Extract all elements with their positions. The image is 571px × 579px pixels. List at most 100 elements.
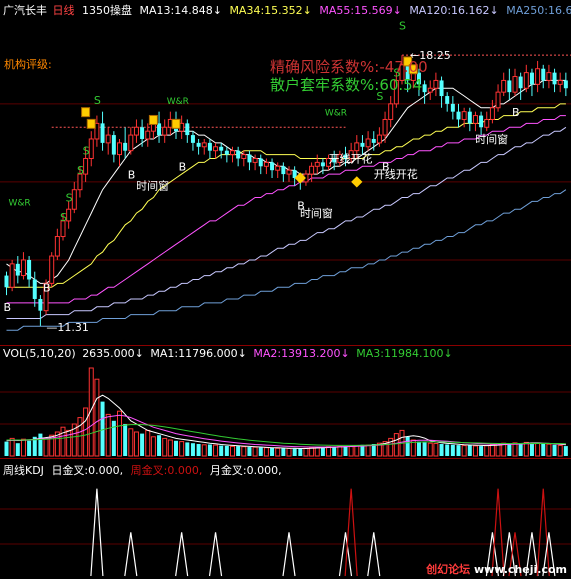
sell-signal: S (94, 94, 101, 107)
volume-header: VOL(5,10,20) 2635.000↓ MA1:11796.000↓ MA… (3, 347, 453, 360)
buy-signal: B (128, 168, 136, 181)
volume-bar (128, 428, 134, 457)
candle-body (241, 154, 247, 159)
candle-body (422, 84, 427, 93)
candle-body (376, 134, 382, 144)
candle-body (320, 162, 325, 167)
volume-bar (445, 444, 450, 456)
volume-chart[interactable] (0, 346, 571, 458)
day-cross-label: 日金叉: (51, 464, 89, 477)
volume-bar (38, 433, 43, 456)
volume-bar (224, 445, 229, 456)
volume-bar (405, 436, 410, 456)
volume-bar (479, 446, 484, 456)
vol-ma3-label: MA3: (356, 347, 384, 360)
vol-ma3-value: 11984.100↓ (384, 347, 453, 360)
volume-bar (393, 433, 399, 457)
candle-body (157, 123, 162, 136)
buy-signal: B (43, 281, 51, 294)
candle-body (489, 107, 495, 120)
vol-label: VOL(5,10,20) (3, 347, 76, 360)
volume-bar (20, 438, 26, 457)
candle-body (123, 142, 128, 151)
volume-bar (230, 445, 235, 457)
volume-bar (320, 447, 325, 456)
volume-bar (518, 443, 523, 456)
candle-body (133, 126, 139, 136)
kdj-spike (282, 532, 296, 577)
volume-bar (563, 446, 568, 456)
volume-bar (439, 444, 444, 456)
wr-signal: W&R (325, 109, 347, 119)
wr-signal: W&R (167, 97, 189, 107)
candle-body (433, 79, 439, 89)
candle-body (484, 118, 490, 128)
volume-bar (422, 442, 427, 456)
candle-body (27, 259, 32, 280)
month-cross-label: 月金叉: (209, 464, 247, 477)
candle-body (117, 142, 122, 156)
kdj-spike (90, 488, 104, 577)
period-label[interactable]: 日线 (53, 4, 75, 17)
candle-body (472, 115, 478, 124)
candle-body (563, 80, 568, 89)
volume-bar (348, 446, 354, 457)
candle-body (501, 79, 507, 93)
ma120-value: 16.162↓ (451, 4, 499, 17)
volume-bar (337, 445, 343, 457)
time-window-label: 时间窗 (475, 132, 508, 146)
vol-ma1-label: MA1: (150, 347, 179, 360)
ma34-value: 15.352↓ (264, 4, 312, 17)
candle-body (495, 91, 501, 109)
week-cross-value: 0.000, (167, 464, 203, 477)
price-panel[interactable]: —11.31 ←18.25 B B B B B B B S S S S S S S S 时间窗 时间窗 时间窗 开线开花… (0, 0, 571, 345)
candle-body (263, 161, 269, 167)
candle-body (71, 189, 77, 210)
volume-bar (467, 445, 472, 456)
volume-bar (201, 444, 207, 457)
price-chart[interactable]: —11.31←18.25BBBBBBBSSSSS SSS时间窗时间窗时间窗开线开花… (0, 0, 571, 345)
watermark-forum: 创幻论坛 (426, 563, 471, 576)
buy-signal: B (4, 301, 12, 314)
day-cross-value: 0.000, (88, 464, 124, 477)
volume-bar (365, 444, 371, 457)
volume-bar (529, 443, 534, 456)
volume-bar (196, 444, 201, 456)
volume-bar (247, 447, 252, 456)
volume-bar (433, 443, 439, 457)
diamond-marker (351, 176, 363, 188)
candle-body (9, 263, 15, 288)
kdj-spike (124, 532, 138, 577)
candle-body (314, 161, 320, 167)
volume-panel[interactable]: VOL(5,10,20) 2635.000↓ MA1:11796.000↓ MA… (0, 346, 571, 458)
volume-bar (484, 445, 490, 457)
volume-bar (557, 444, 563, 457)
volume-bar (117, 410, 122, 457)
candle-body (552, 72, 557, 85)
volume-bar (241, 446, 247, 457)
volume-bar (292, 448, 297, 456)
candle-body (523, 72, 529, 89)
volume-bar (123, 424, 128, 456)
volume-bar (252, 446, 258, 457)
candle-body (15, 263, 20, 276)
volume-bar (507, 443, 512, 456)
candle-body (512, 76, 518, 93)
candle-body (518, 76, 523, 89)
volume-bar (275, 447, 281, 457)
volume-bar (9, 437, 15, 457)
signal-marker (171, 118, 181, 129)
ma250-value: 16.64 (547, 4, 571, 17)
volume-bar (286, 447, 292, 457)
candle-body (382, 118, 388, 136)
candle-body (105, 134, 111, 144)
kdj-panel[interactable]: 周线KDJ 日金叉:0.000, 周金叉:0.000, 月金叉:0.000, 创… (0, 459, 571, 579)
volume-bar (83, 407, 89, 457)
candle-body (439, 80, 444, 97)
ma120-label: MA120: (409, 4, 452, 17)
candle-body (541, 68, 546, 81)
volume-bar (140, 433, 145, 456)
volume-bar (512, 442, 518, 457)
volume-bar (185, 442, 190, 456)
candle-body (4, 275, 9, 288)
